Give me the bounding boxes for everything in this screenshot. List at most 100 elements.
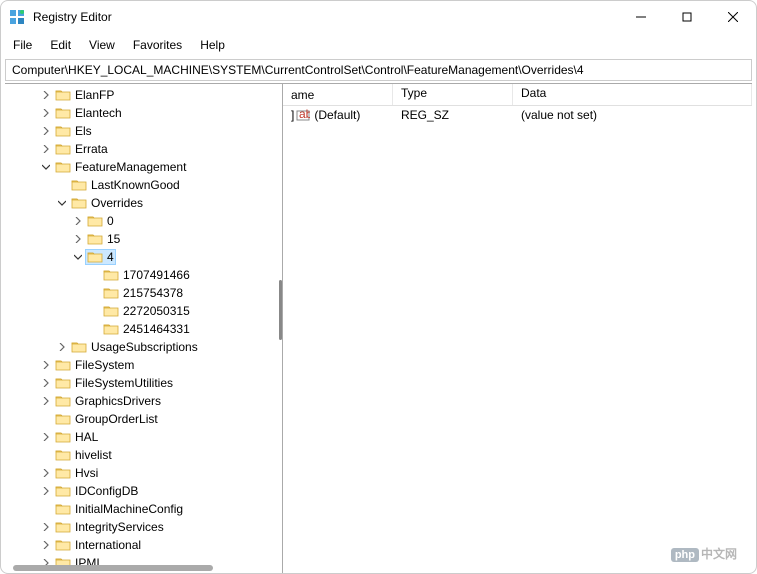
tree-item[interactable]: Hvsi [7, 464, 282, 482]
folder-icon [103, 304, 119, 318]
folder-icon [55, 376, 71, 390]
tree-item[interactable]: GroupOrderList [7, 410, 282, 428]
chevron-right-icon[interactable] [39, 145, 53, 153]
tree-item-label-wrap[interactable]: FeatureManagement [53, 160, 188, 174]
tree-item[interactable]: Els [7, 122, 282, 140]
chevron-right-icon[interactable] [71, 217, 85, 225]
tree-item-label-wrap[interactable]: hivelist [53, 448, 114, 462]
tree-item[interactable]: 2272050315 [7, 302, 282, 320]
tree-item[interactable]: FileSystemUtilities [7, 374, 282, 392]
tree-item[interactable]: FeatureManagement [7, 158, 282, 176]
tree-item-label-wrap[interactable]: 4 [85, 249, 116, 265]
menu-help[interactable]: Help [192, 36, 233, 54]
tree-item-label-wrap[interactable]: Hvsi [53, 466, 100, 480]
tree-item[interactable]: Overrides [7, 194, 282, 212]
tree-item[interactable]: HAL [7, 428, 282, 446]
chevron-right-icon[interactable] [39, 523, 53, 531]
folder-icon [55, 430, 71, 444]
tree-item-label-wrap[interactable]: 1707491466 [101, 268, 192, 282]
chevron-down-icon[interactable] [39, 163, 53, 171]
tree-item-label-wrap[interactable]: HAL [53, 430, 100, 444]
tree-item-label-wrap[interactable]: InitialMachineConfig [53, 502, 185, 516]
tree-item-label: 2272050315 [123, 304, 190, 318]
menu-edit[interactable]: Edit [42, 36, 79, 54]
tree-item-label-wrap[interactable]: LastKnownGood [69, 178, 182, 192]
menu-view[interactable]: View [81, 36, 123, 54]
tree-item[interactable]: Elantech [7, 104, 282, 122]
tree-item[interactable]: 4 [7, 248, 282, 266]
chevron-right-icon[interactable] [39, 433, 53, 441]
tree-item-label-wrap[interactable]: UsageSubscriptions [69, 340, 200, 354]
tree-item-label: 0 [107, 214, 114, 228]
chevron-right-icon[interactable] [39, 127, 53, 135]
column-name[interactable]: ame [283, 84, 393, 105]
chevron-right-icon[interactable] [55, 343, 69, 351]
tree-item[interactable]: IDConfigDB [7, 482, 282, 500]
tree-item-label-wrap[interactable]: 15 [85, 232, 122, 246]
maximize-button[interactable] [664, 1, 710, 33]
tree-item[interactable]: hivelist [7, 446, 282, 464]
tree-item[interactable]: 1707491466 [7, 266, 282, 284]
tree-item-label-wrap[interactable]: 2272050315 [101, 304, 192, 318]
tree-item-label-wrap[interactable]: IntegrityServices [53, 520, 166, 534]
column-data[interactable]: Data [513, 84, 752, 105]
folder-icon [87, 250, 103, 264]
splitter-handle[interactable] [279, 280, 282, 340]
chevron-right-icon[interactable] [39, 469, 53, 477]
tree-item-label-wrap[interactable]: Els [53, 124, 94, 138]
tree-item-label-wrap[interactable]: IDConfigDB [53, 484, 140, 498]
tree-item[interactable]: LastKnownGood [7, 176, 282, 194]
chevron-down-icon[interactable] [71, 253, 85, 261]
chevron-right-icon[interactable] [39, 109, 53, 117]
value-name: (Default) [314, 108, 360, 122]
list-body[interactable]: ]ab(Default)REG_SZ(value not set) [283, 106, 752, 124]
tree-item[interactable]: GraphicsDrivers [7, 392, 282, 410]
tree-item-label-wrap[interactable]: FileSystem [53, 358, 136, 372]
tree-item[interactable]: International [7, 536, 282, 554]
tree-item[interactable]: InitialMachineConfig [7, 500, 282, 518]
tree-item-label-wrap[interactable]: Elantech [53, 106, 124, 120]
tree-item[interactable]: 0 [7, 212, 282, 230]
column-type[interactable]: Type [393, 84, 513, 105]
tree-item[interactable]: UsageSubscriptions [7, 338, 282, 356]
tree-item[interactable]: 215754378 [7, 284, 282, 302]
tree-item-label-wrap[interactable]: 215754378 [101, 286, 185, 300]
chevron-right-icon[interactable] [39, 91, 53, 99]
tree-item-label-wrap[interactable]: FileSystemUtilities [53, 376, 175, 390]
menu-favorites[interactable]: Favorites [125, 36, 190, 54]
minimize-button[interactable] [618, 1, 664, 33]
chevron-right-icon[interactable] [71, 235, 85, 243]
folder-icon [71, 178, 87, 192]
menu-file[interactable]: File [5, 36, 40, 54]
tree-item-label-wrap[interactable]: 2451464331 [101, 322, 192, 336]
tree-item-label-wrap[interactable]: International [53, 538, 143, 552]
list-header: ame Type Data [283, 84, 752, 106]
list-row[interactable]: ]ab(Default)REG_SZ(value not set) [283, 106, 752, 124]
chevron-right-icon[interactable] [39, 361, 53, 369]
tree-item[interactable]: Errata [7, 140, 282, 158]
address-bar[interactable]: Computer\HKEY_LOCAL_MACHINE\SYSTEM\Curre… [5, 59, 752, 81]
chevron-right-icon[interactable] [39, 541, 53, 549]
tree-item[interactable]: IntegrityServices [7, 518, 282, 536]
tree-item-label-wrap[interactable]: GroupOrderList [53, 412, 160, 426]
horizontal-scrollbar[interactable] [13, 565, 213, 571]
chevron-right-icon[interactable] [39, 397, 53, 405]
tree-item[interactable]: FileSystem [7, 356, 282, 374]
tree-item[interactable]: ElanFP [7, 86, 282, 104]
tree-item-label-wrap[interactable]: ElanFP [53, 88, 116, 102]
tree-item-label-wrap[interactable]: GraphicsDrivers [53, 394, 163, 408]
cell-data: (value not set) [513, 108, 752, 122]
tree-item-label-wrap[interactable]: Errata [53, 142, 110, 156]
tree-item[interactable]: 15 [7, 230, 282, 248]
chevron-right-icon[interactable] [39, 487, 53, 495]
chevron-right-icon[interactable] [39, 379, 53, 387]
folder-icon [71, 340, 87, 354]
chevron-down-icon[interactable] [55, 199, 69, 207]
folder-icon [103, 268, 119, 282]
tree-scroll[interactable]: ElanFP Elantech Els Errata FeatureManagement… [5, 84, 282, 573]
tree-item-label-wrap[interactable]: 0 [85, 214, 116, 228]
close-button[interactable] [710, 1, 756, 33]
tree-item[interactable]: 2451464331 [7, 320, 282, 338]
tree-item-label: hivelist [75, 448, 112, 462]
tree-item-label-wrap[interactable]: Overrides [69, 196, 145, 210]
